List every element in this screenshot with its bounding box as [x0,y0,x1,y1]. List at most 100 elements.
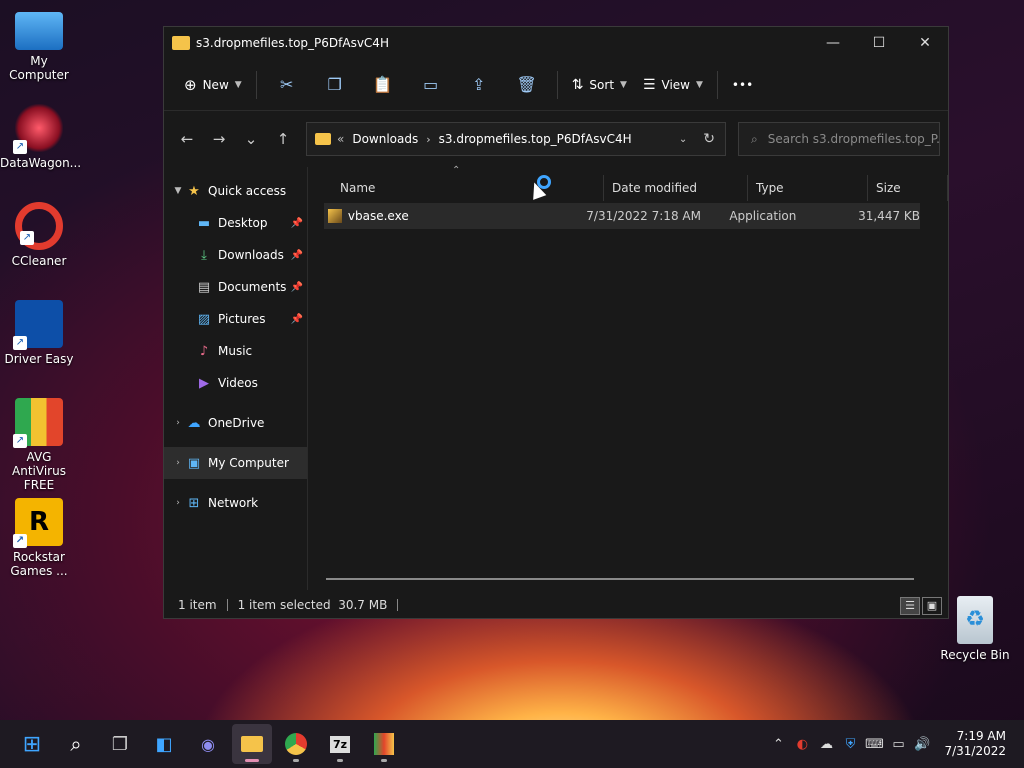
minimize-button[interactable]: — [810,27,856,59]
title-bar: s3.dropmefiles.top_P6DfAsvC4H — ☐ ✕ [164,27,948,59]
security-warning-icon[interactable]: ⛨ [838,737,862,752]
busy-spinner-icon [537,175,551,189]
expand-chevron-icon[interactable]: ▼ [170,186,186,196]
taskbar-app-chrome[interactable] [276,724,316,764]
widgets-button[interactable]: ◧ [144,724,184,764]
onedrive-offline-icon[interactable]: ☁ [814,737,838,752]
download-icon: ⤓ [201,247,207,263]
window-title: s3.dropmefiles.top_P6DfAsvC4H [196,36,389,50]
chat-icon: ◉ [201,734,215,754]
navigation-pane[interactable]: ▼ ★ Quick access ▬ Desktop 📌 ⤓ Downloads… [164,167,308,590]
taskbar-app-file-explorer[interactable] [232,724,272,764]
desktop-icon-avg[interactable]: ↗ AVG AntiVirus FREE [0,398,78,492]
column-header-name[interactable]: Name [332,175,604,201]
new-button[interactable]: ⊕ New ▼ [176,67,250,103]
breadcrumb-overflow[interactable]: « [337,132,344,146]
desktop-icon-datawagon[interactable]: ↗ DataWagon... [0,104,81,170]
breadcrumb-downloads[interactable]: Downloads [352,132,418,146]
search-icon: ⌕ [751,131,758,146]
desktop-icon-rockstar[interactable]: R ↗ Rockstar Games ... [0,498,78,578]
command-bar: ⊕ New ▼ ✂ ❐ 📋 ▭ ⇪ 🗑 ⇅ Sort ▼ ☰ View ▼ ••… [164,59,948,111]
navigation-bar: ← → ⌄ ↑ « Downloads › s3.dropmefiles.top… [164,111,948,167]
desktop-icon-label: My Computer [9,54,69,82]
desktop-icon-driver-easy[interactable]: ↗ Driver Easy [0,300,78,366]
up-button[interactable]: ↑ [268,124,298,154]
recycle-bin-icon: ♻ [957,596,993,644]
sidebar-item-label: Network [208,496,259,510]
clock[interactable]: 7:19 AM 7/31/2022 [934,729,1024,759]
show-hidden-icons-chevron-icon[interactable]: ⌃ [766,737,790,752]
taskbar-app-7zip[interactable]: 7z [320,724,360,764]
file-list-pane[interactable]: ⌃ Name Date modified Type Size vbase.exe… [308,165,948,590]
search-placeholder: Search s3.dropmefiles.top_P... [767,132,940,146]
column-headers: Name Date modified Type Size [308,173,948,203]
taskbar-app-winrar[interactable] [364,724,404,764]
back-button[interactable]: ← [172,124,202,154]
keyboard-icon[interactable]: ⌨ [862,737,886,752]
sort-indicator-icon: ⌃ [452,165,461,176]
network-status-icon[interactable]: ▭ [886,737,910,752]
view-button[interactable]: ☰ View ▼ [635,67,711,103]
sidebar-item-music[interactable]: ♪ Music [164,335,307,367]
chrome-icon [285,733,307,755]
file-explorer-window: s3.dropmefiles.top_P6DfAsvC4H — ☐ ✕ ⊕ Ne… [163,26,949,619]
system-tray: ⌃ ◐ ☁ ⛨ ⌨ ▭ 🔊 7:19 AM 7/31/2022 [766,720,1024,768]
address-dropdown-icon[interactable]: ⌄ [679,134,687,145]
document-icon: ▤ [197,279,211,295]
breadcrumb-current-folder[interactable]: s3.dropmefiles.top_P6DfAsvC4H [439,132,632,146]
application-file-icon [328,209,342,223]
sidebar-item-my-computer[interactable]: › ▣ My Computer [164,447,307,479]
running-indicator [293,759,299,762]
tiles-view-icon[interactable]: ▣ [922,597,942,615]
paste-icon[interactable]: 📋 [367,67,399,103]
sidebar-item-videos[interactable]: ▶ Videos [164,367,307,399]
search-box[interactable]: ⌕ Search s3.dropmefiles.top_P... [738,122,940,156]
taskbar: ⊞ ⌕ ❐ ◧ ◉ 7z ⌃ ◐ ☁ ⛨ ⌨ ▭ 🔊 7:19 AM 7/31/… [0,720,1024,768]
sidebar-item-network[interactable]: › ⊞ Network [164,487,307,519]
sidebar-item-downloads[interactable]: ⤓ Downloads 📌 [164,239,307,271]
refresh-icon[interactable]: ↻ [703,131,715,147]
search-button[interactable]: ⌕ [56,724,96,764]
forward-button[interactable]: → [204,124,234,154]
sidebar-item-onedrive[interactable]: › ☁ OneDrive [164,407,307,439]
sort-button[interactable]: ⇅ Sort ▼ [564,67,635,103]
table-row[interactable]: vbase.exe 7/31/2022 7:18 AM Application … [324,203,920,229]
file-date-modified: 7/31/2022 7:18 AM [586,209,701,223]
expand-chevron-icon[interactable]: › [170,458,186,468]
close-button[interactable]: ✕ [902,27,948,59]
desktop-icon-ccleaner[interactable]: ↗ CCleaner [0,202,78,268]
recent-locations-button[interactable]: ⌄ [236,124,266,154]
horizontal-scrollbar[interactable] [326,578,914,580]
sidebar-item-documents[interactable]: ▤ Documents 📌 [164,271,307,303]
sort-icon: ⇅ [571,76,584,93]
expand-chevron-icon[interactable]: › [170,498,186,508]
volume-icon[interactable]: 🔊 [910,737,934,752]
column-header-type[interactable]: Type [748,175,868,201]
task-view-button[interactable]: ❐ [100,724,140,764]
cut-icon[interactable]: ✂ [271,67,303,103]
ccleaner-tray-icon[interactable]: ◐ [790,737,814,752]
start-button[interactable]: ⊞ [12,724,52,764]
cloud-icon: ☁ [187,415,201,431]
status-bar: 1 item 1 item selected 30.7 MB ☰ ▣ [164,590,948,620]
more-options-button[interactable]: ••• [724,67,761,103]
maximize-button[interactable]: ☐ [856,27,902,59]
sidebar-item-label: Quick access [208,184,287,198]
computer-icon [15,12,63,50]
sidebar-item-pictures[interactable]: ▨ Pictures 📌 [164,303,307,335]
sidebar-item-label: OneDrive [208,416,265,430]
delete-icon[interactable]: 🗑 [511,67,543,103]
pin-icon: 📌 [290,313,303,325]
chat-button[interactable]: ◉ [188,724,228,764]
details-view-icon[interactable]: ☰ [900,597,920,615]
sidebar-item-desktop[interactable]: ▬ Desktop 📌 [164,207,307,239]
desktop-icon-my-computer[interactable]: My Computer [0,8,78,82]
expand-chevron-icon[interactable]: › [170,418,186,428]
rename-icon[interactable]: ▭ [415,67,447,103]
column-header-size[interactable]: Size [868,175,948,201]
copy-icon[interactable]: ❐ [319,67,351,103]
address-bar[interactable]: « Downloads › s3.dropmefiles.top_P6DfAsv… [306,122,726,156]
share-icon[interactable]: ⇪ [463,67,495,103]
sidebar-item-quick-access[interactable]: ▼ ★ Quick access [164,175,307,207]
column-header-date-modified[interactable]: Date modified [604,175,748,201]
